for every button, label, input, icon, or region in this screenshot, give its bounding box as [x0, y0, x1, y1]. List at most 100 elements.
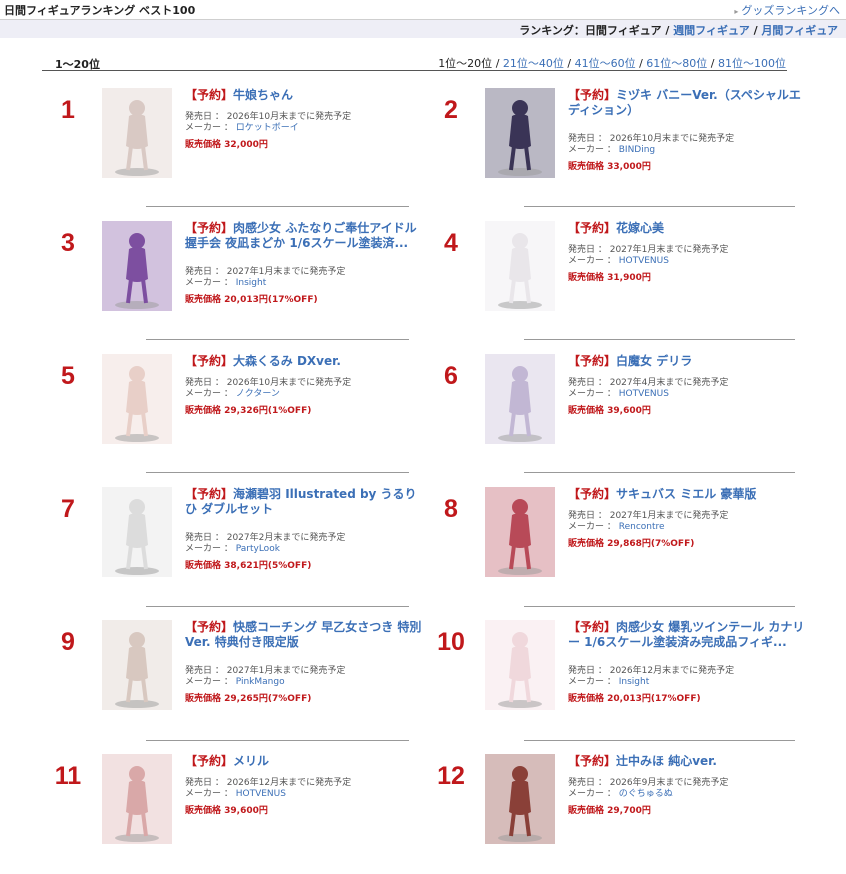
product-price: 販売価格 39,600円 — [568, 403, 651, 416]
product-thumbnail[interactable] — [485, 754, 555, 844]
release-label: 発売日 ： — [568, 134, 610, 144]
product-thumbnail[interactable] — [102, 221, 172, 311]
pagination: 1位〜20位 / 21位〜40位 / 41位〜60位 / 61位〜80位 / 8… — [438, 57, 786, 70]
maker-link[interactable]: Insight — [619, 677, 650, 687]
product-price: 販売価格 29,265円(7%OFF) — [185, 691, 311, 704]
product-name-link[interactable]: 【予約】メリル — [185, 754, 425, 769]
product-thumbnail[interactable] — [102, 620, 172, 710]
product-price: 販売価格 33,000円 — [568, 159, 651, 172]
price-value: 29,868円(7%OFF) — [607, 539, 695, 549]
product-thumbnail[interactable] — [102, 354, 172, 444]
pagination-link[interactable]: 41位〜60位 — [575, 57, 636, 70]
product-name: 大森くるみ DXver. — [233, 354, 341, 368]
ranking-item: 2 【予約】ミヅキ バニーVer.（スペシャルエディション） 発売日 ： 2026年… — [430, 88, 801, 208]
product-name-link[interactable]: 【予約】肉感少女 ふたなりご奉仕アイドル 握手会 夜凪まどか 1/6スケール塗装… — [185, 221, 425, 251]
product-name-link[interactable]: 【予約】辻中みほ 純心ver. — [568, 754, 808, 769]
maker-link[interactable]: PartyLook — [236, 544, 280, 554]
product-thumbnail[interactable] — [485, 88, 555, 178]
pagination-link[interactable]: 21位〜40位 — [503, 57, 564, 70]
release-date: 2027年1月末までに発売予定 — [226, 267, 346, 277]
release-date: 2026年10月末までに発売予定 — [226, 378, 352, 388]
maker-link[interactable]: BINDing — [619, 145, 655, 155]
product-thumbnail[interactable] — [102, 754, 172, 844]
rank-number: 7 — [61, 495, 75, 523]
product-name-link[interactable]: 【予約】海瀬碧羽 Illustrated by うるりひ ダブルセット — [185, 487, 425, 517]
product-price: 販売価格 32,000円 — [185, 137, 268, 150]
rank-number: 8 — [444, 495, 458, 523]
release-date: 2026年12月末までに発売予定 — [609, 666, 735, 676]
product-thumbnail[interactable] — [102, 487, 172, 577]
rank-number: 12 — [437, 762, 465, 790]
maker-link[interactable]: Insight — [236, 278, 267, 288]
product-meta: 発売日 ： 2026年10月末までに発売予定 メーカー ： BINDing — [568, 134, 734, 156]
release-date: 2026年9月末までに発売予定 — [609, 778, 729, 788]
product-name-link[interactable]: 【予約】花嫁心美 — [568, 221, 808, 236]
release-label: 発売日 ： — [568, 378, 610, 388]
maker-label: メーカー ： — [568, 145, 619, 155]
product-thumbnail[interactable] — [102, 88, 172, 178]
maker-link[interactable]: PinkMango — [236, 677, 285, 687]
price-value: 31,900円 — [607, 273, 651, 283]
row-divider — [146, 740, 409, 741]
monthly-figure-link[interactable]: 月間フィギュア — [761, 24, 838, 37]
price-label: 販売価格 — [185, 806, 225, 816]
release-date: 2027年4月末までに発売予定 — [609, 378, 729, 388]
product-meta: 発売日 ： 2026年10月末までに発売予定 メーカー ： ノクターン — [185, 378, 351, 400]
ranking-item: 10 【予約】肉感少女 爆乳ツインテール カナリー 1/6スケール塗装済み完成品フ… — [430, 620, 804, 740]
product-name-link[interactable]: 【予約】ミヅキ バニーVer.（スペシャルエディション） — [568, 88, 808, 118]
maker-link[interactable]: Rencontre — [619, 522, 665, 532]
ranking-item: 9 【予約】快感コーチング 早乙女さつき 特別 Ver. 特典付き限定版 発売日 ：… — [47, 620, 421, 740]
maker-link[interactable]: HOTVENUS — [619, 389, 669, 399]
preorder-tag: 【予約】 — [185, 354, 234, 368]
price-value: 38,621円(5%OFF) — [224, 561, 312, 571]
product-thumbnail[interactable] — [485, 620, 555, 710]
row-divider — [524, 740, 795, 741]
product-name-link[interactable]: 【予約】大森くるみ DXver. — [185, 354, 425, 369]
goods-ranking-link[interactable]: ▸ グッズランキングへ — [734, 2, 840, 18]
figure-image — [485, 88, 555, 178]
pagination-link[interactable]: 61位〜80位 — [646, 57, 707, 70]
product-meta: 発売日 ： 2027年1月末までに発売予定 メーカー ： HOTVENUS — [568, 245, 728, 267]
product-meta: 発売日 ： 2027年1月末までに発売予定 メーカー ： PinkMango — [185, 666, 345, 688]
product-price: 販売価格 20,013円(17%OFF) — [185, 292, 318, 305]
ranking-item: 3 【予約】肉感少女 ふたなりご奉仕アイドル 握手会 夜凪まどか 1/6スケール塗… — [47, 221, 417, 341]
product-price: 販売価格 20,013円(17%OFF) — [568, 691, 701, 704]
product-meta: 発売日 ： 2026年12月末までに発売予定 メーカー ： HOTVENUS — [185, 778, 351, 800]
ranking-nav-sep: / — [661, 24, 674, 37]
product-name-link[interactable]: 【予約】白魔女 デリラ — [568, 354, 808, 369]
product-name-link[interactable]: 【予約】肉感少女 爆乳ツインテール カナリー 1/6スケール塗装済み完成品フィギ… — [568, 620, 808, 650]
release-date: 2027年1月末までに発売予定 — [226, 666, 346, 676]
maker-label: メーカー ： — [185, 278, 236, 288]
pagination-link[interactable]: 81位〜100位 — [718, 57, 786, 70]
product-thumbnail[interactable] — [485, 487, 555, 577]
release-label: 発売日 ： — [185, 666, 227, 676]
product-price: 販売価格 29,868円(7%OFF) — [568, 536, 694, 549]
maker-link[interactable]: HOTVENUS — [236, 789, 286, 799]
product-meta: 発売日 ： 2027年4月末までに発売予定 メーカー ： HOTVENUS — [568, 378, 728, 400]
maker-link[interactable]: HOTVENUS — [619, 256, 669, 266]
rank-number: 9 — [61, 628, 75, 656]
rank-number: 1 — [61, 96, 75, 124]
weekly-figure-link[interactable]: 週間フィギュア — [673, 24, 750, 37]
product-thumbnail[interactable] — [485, 354, 555, 444]
maker-link[interactable]: のぐちゅるぬ — [619, 789, 673, 799]
figure-image — [485, 620, 555, 710]
price-label: 販売価格 — [185, 406, 225, 416]
maker-link[interactable]: ノクターン — [236, 389, 280, 399]
preorder-tag: 【予約】 — [185, 754, 234, 768]
product-name: 花嫁心美 — [616, 221, 665, 235]
product-meta: 発売日 ： 2026年12月末までに発売予定 メーカー ： Insight — [568, 666, 734, 688]
maker-link[interactable]: ロケットボーイ — [236, 123, 299, 133]
product-name-link[interactable]: 【予約】牛娘ちゃん — [185, 88, 425, 103]
ranking-nav: ランキング：日間フィギュア / 週間フィギュア / 月間フィギュア — [519, 22, 838, 38]
release-label: 発売日 ： — [568, 511, 610, 521]
figure-image — [102, 620, 172, 710]
product-name-link[interactable]: 【予約】快感コーチング 早乙女さつき 特別 Ver. 特典付き限定版 — [185, 620, 425, 650]
ranking-item: 8 【予約】サキュバス ミエル 豪華版 発売日 ： 2027年1月末までに発売予定メ… — [430, 487, 795, 607]
price-label: 販売価格 — [568, 806, 608, 816]
product-name-link[interactable]: 【予約】サキュバス ミエル 豪華版 — [568, 487, 808, 502]
price-value: 32,000円 — [224, 140, 268, 150]
product-thumbnail[interactable] — [485, 221, 555, 311]
triangle-right-icon: ▸ — [734, 7, 739, 16]
release-date: 2027年2月末までに発売予定 — [226, 533, 346, 543]
